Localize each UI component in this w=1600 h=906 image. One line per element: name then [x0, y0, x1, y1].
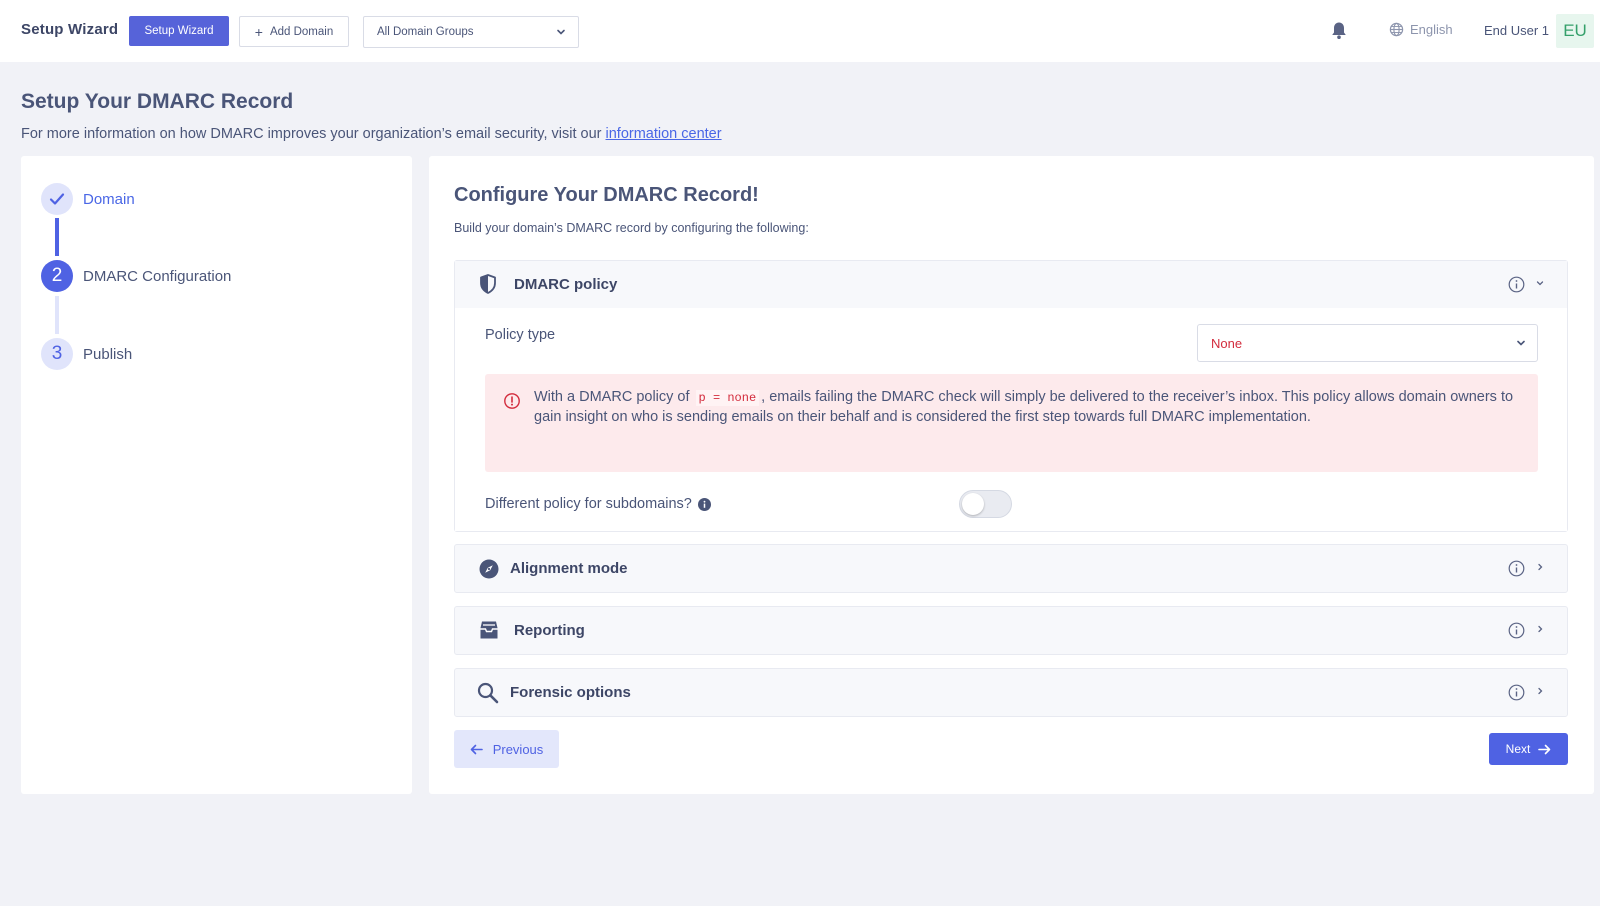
policy-type-select[interactable]: None — [1197, 324, 1538, 362]
search-icon — [477, 682, 499, 704]
policy-alert: With a DMARC policy of p = none, emails … — [485, 374, 1538, 472]
globe-icon — [1389, 22, 1404, 37]
alert-text: With a DMARC policy of p = none, emails … — [534, 388, 1524, 427]
step-connector — [55, 296, 59, 334]
section-title: Alignment mode — [510, 560, 628, 577]
policy-code: p = none — [695, 390, 760, 406]
domain-group-value: All Domain Groups — [377, 26, 474, 38]
page-subtitle: For more information on how DMARC improv… — [21, 126, 722, 142]
language-selector[interactable]: English — [1389, 22, 1453, 37]
step-domain[interactable]: Domain — [41, 183, 135, 215]
add-domain-button[interactable]: + Add Domain — [239, 16, 349, 47]
step-label: Publish — [83, 345, 133, 363]
user-name[interactable]: End User 1 — [1484, 23, 1549, 38]
section-title: Reporting — [514, 622, 585, 639]
policy-type-label: Policy type — [485, 327, 556, 343]
alert-prefix: With a DMARC policy of — [534, 389, 690, 405]
step-number: 2 — [41, 260, 73, 292]
dmarc-policy-body: Policy type None With a DMARC policy of … — [455, 308, 1567, 531]
step-complete-indicator — [41, 183, 73, 215]
chevron-right-icon[interactable] — [1535, 686, 1545, 696]
forensic-options-header[interactable]: Forensic options — [455, 669, 1567, 716]
main-subtitle: Build your domain’s DMARC record by conf… — [454, 221, 809, 235]
compass-icon — [479, 559, 499, 579]
step-connector — [55, 218, 59, 256]
chevron-right-icon[interactable] — [1535, 562, 1545, 572]
forensic-options-section: Forensic options — [454, 668, 1568, 717]
add-domain-label: Add Domain — [269, 25, 334, 38]
reporting-header[interactable]: Reporting — [455, 607, 1567, 654]
shield-icon — [480, 274, 496, 294]
main-title: Configure Your DMARC Record! — [454, 184, 759, 206]
step-publish[interactable]: 3 Publish — [41, 338, 132, 370]
setup-wizard-button[interactable]: Setup Wizard — [129, 16, 229, 46]
section-title: DMARC policy — [514, 276, 618, 293]
chevron-down-icon[interactable] — [1535, 278, 1545, 288]
previous-label: Previous — [492, 741, 544, 757]
info-icon[interactable] — [1508, 622, 1525, 639]
toggle-knob — [962, 493, 984, 515]
bell-icon[interactable] — [1330, 21, 1348, 40]
arrow-left-icon — [470, 744, 483, 754]
steps-panel: Domain 2 DMARC Configuration 3 Publish — [21, 156, 412, 794]
step-dmarc-configuration[interactable]: 2 DMARC Configuration — [41, 260, 231, 292]
info-icon[interactable] — [1508, 276, 1525, 293]
alignment-mode-header[interactable]: Alignment mode — [455, 545, 1567, 592]
chevron-down-icon — [1517, 340, 1525, 346]
language-label: English — [1410, 22, 1453, 37]
step-number: 3 — [41, 338, 73, 370]
app-title: Setup Wizard — [21, 21, 119, 38]
info-icon[interactable] — [1508, 560, 1525, 577]
information-center-link[interactable]: information center — [606, 126, 722, 142]
main-panel: Configure Your DMARC Record! Build your … — [429, 156, 1594, 794]
policy-type-value: None — [1211, 335, 1243, 351]
alignment-mode-section: Alignment mode — [454, 544, 1568, 593]
step-label: DMARC Configuration — [83, 267, 232, 285]
section-title: Forensic options — [510, 684, 631, 701]
alert-circle-icon — [504, 393, 520, 409]
dmarc-policy-section: DMARC policy Policy type None With a DMA… — [454, 260, 1568, 532]
top-bar: Setup Wizard Setup Wizard + Add Domain A… — [0, 0, 1600, 62]
page-subtitle-text: For more information on how DMARC improv… — [21, 126, 602, 142]
avatar[interactable]: EU — [1556, 14, 1594, 48]
plus-icon: + — [254, 23, 263, 40]
step-label: Domain — [83, 190, 135, 208]
subdomain-policy-toggle[interactable] — [959, 490, 1012, 518]
inbox-icon — [480, 621, 498, 639]
page-title: Setup Your DMARC Record — [21, 90, 294, 113]
subdomain-policy-label: Different policy for subdomains? — [485, 496, 711, 512]
info-filled-icon[interactable] — [697, 497, 711, 511]
chevron-right-icon[interactable] — [1535, 624, 1545, 634]
arrow-right-icon — [1538, 744, 1551, 754]
info-icon[interactable] — [1508, 684, 1525, 701]
dmarc-policy-header[interactable]: DMARC policy — [455, 261, 1567, 308]
check-icon — [49, 193, 65, 205]
next-button[interactable]: Next — [1489, 733, 1568, 765]
previous-button[interactable]: Previous — [454, 730, 559, 768]
domain-group-select[interactable]: All Domain Groups — [363, 16, 579, 48]
reporting-section: Reporting — [454, 606, 1568, 655]
subdomain-label-text: Different policy for subdomains? — [485, 496, 692, 512]
next-label: Next — [1505, 742, 1531, 756]
chevron-down-icon — [557, 29, 565, 35]
